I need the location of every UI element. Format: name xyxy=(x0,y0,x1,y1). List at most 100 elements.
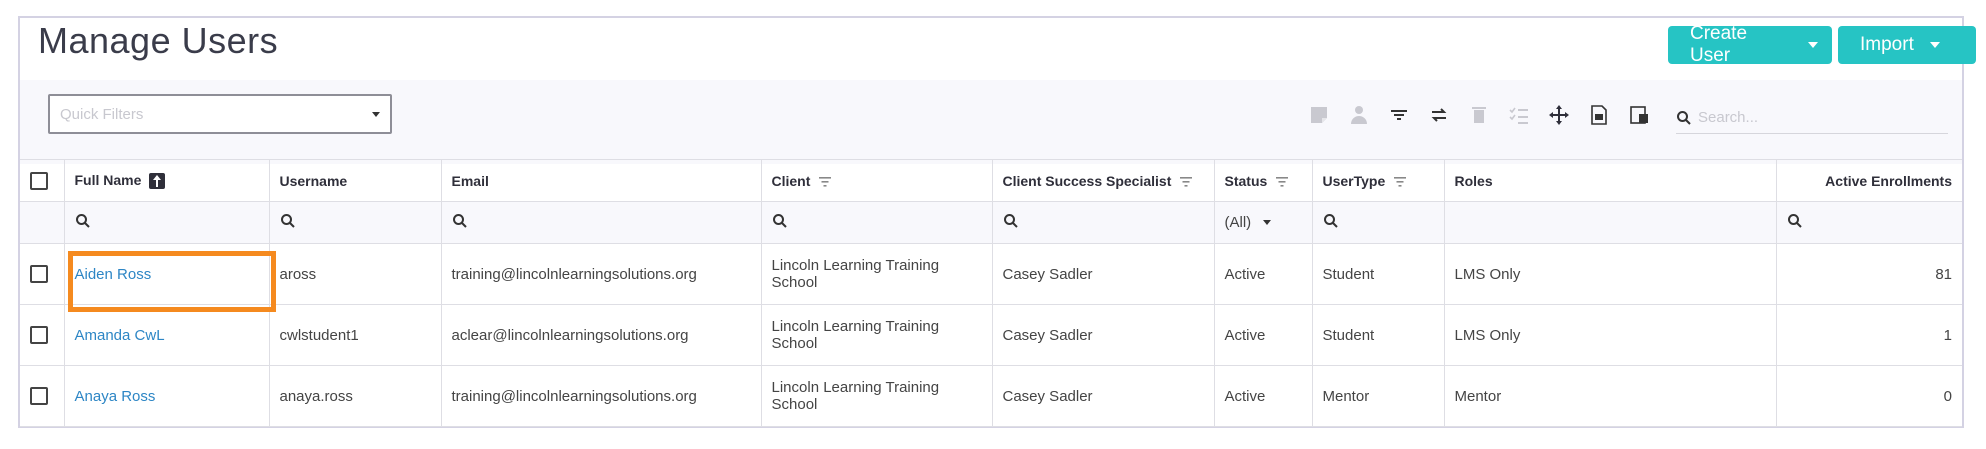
status-cell: Active xyxy=(1214,304,1313,366)
filter-icon[interactable] xyxy=(1275,176,1289,188)
filter-cell-full-name[interactable] xyxy=(64,201,270,244)
grid-search[interactable] xyxy=(1676,102,1948,134)
search-icon[interactable] xyxy=(1003,213,1019,229)
column-header-full-name[interactable]: Full Name xyxy=(64,159,270,202)
username-cell: cwlstudent1 xyxy=(269,304,442,366)
create-user-button[interactable]: Create User xyxy=(1668,23,1832,66)
client-cell: Lincoln Learning Training School xyxy=(761,243,993,305)
column-chooser-icon[interactable] xyxy=(1628,104,1650,126)
specialist-cell: Casey Sadler xyxy=(992,365,1215,427)
column-header-usertype[interactable]: UserType xyxy=(1312,159,1445,202)
enrollments-cell: 0 xyxy=(1776,365,1962,427)
filter-cell-usertype[interactable] xyxy=(1312,201,1445,244)
grid-search-input[interactable] xyxy=(1696,108,1936,127)
email-cell: training@lincolnlearningsolutions.org xyxy=(441,243,762,305)
row-select-cell xyxy=(20,304,65,366)
swap-icon[interactable] xyxy=(1428,104,1450,126)
chevron-down-icon[interactable] xyxy=(1263,220,1272,225)
pdf-export-icon[interactable] xyxy=(1588,104,1610,126)
column-header-status[interactable]: Status xyxy=(1214,159,1313,202)
sticky-note-icon[interactable] xyxy=(1308,104,1330,126)
enrollments-cell: 81 xyxy=(1776,243,1962,305)
status-filter-select[interactable]: (All) xyxy=(1225,214,1272,231)
usertype-cell: Student xyxy=(1312,243,1445,305)
filter-cell-client[interactable] xyxy=(761,201,993,244)
filter-cell-empty xyxy=(20,201,65,244)
full-name-cell: Aiden Ross xyxy=(64,243,270,305)
status-cell: Active xyxy=(1214,365,1313,427)
filter-icon[interactable] xyxy=(1179,176,1193,188)
column-label: UserType xyxy=(1322,172,1386,189)
column-label: Client xyxy=(771,172,811,189)
filter-icon[interactable] xyxy=(1388,104,1410,126)
specialist-cell: Casey Sadler xyxy=(992,243,1215,305)
row-checkbox[interactable] xyxy=(30,326,48,345)
row-checkbox[interactable] xyxy=(30,387,48,406)
status-filter-value: (All) xyxy=(1224,214,1252,231)
roles-cell: LMS Only xyxy=(1444,304,1777,366)
usertype-cell: Student xyxy=(1312,304,1445,366)
user-name-link[interactable]: Amanda CwL xyxy=(75,327,165,344)
filter-cell-enrollments[interactable] xyxy=(1776,201,1962,244)
page-title: Manage Users xyxy=(38,20,279,61)
column-header-active-enrollments[interactable]: Active Enrollments xyxy=(1776,159,1962,202)
filter-cell-roles xyxy=(1444,201,1777,244)
filter-cell-status[interactable]: (All) xyxy=(1214,201,1313,244)
column-label: Client Success Specialist xyxy=(1002,172,1172,189)
users-table: Full Name Username Email Client Client S… xyxy=(20,159,1962,427)
import-button[interactable]: Import xyxy=(1838,26,1976,64)
email-cell: aclear@lincolnlearningsolutions.org xyxy=(441,304,762,366)
search-icon[interactable] xyxy=(1787,213,1803,229)
roles-cell: Mentor xyxy=(1444,365,1777,427)
create-user-label: Create User xyxy=(1690,23,1748,66)
row-select-cell xyxy=(20,365,65,427)
quick-filters-placeholder: Quick Filters xyxy=(60,105,144,123)
column-header-client-success-specialist[interactable]: Client Success Specialist xyxy=(992,159,1215,202)
user-name-link[interactable]: Anaya Ross xyxy=(75,388,156,405)
search-icon[interactable] xyxy=(452,213,468,229)
table-row: Aiden Ross aross training@lincolnlearnin… xyxy=(20,243,1962,305)
column-header-username[interactable]: Username xyxy=(269,159,442,202)
username-cell: anaya.ross xyxy=(269,365,442,427)
sort-ascending-icon[interactable] xyxy=(149,173,166,190)
import-label: Import xyxy=(1860,34,1914,55)
specialist-cell: Casey Sadler xyxy=(992,304,1215,366)
select-all-cell xyxy=(20,159,65,202)
filter-cell-username[interactable] xyxy=(269,201,442,244)
column-header-client[interactable]: Client xyxy=(761,159,993,202)
filter-icon[interactable] xyxy=(818,176,832,188)
client-cell: Lincoln Learning Training School xyxy=(761,304,993,366)
table-row: Amanda CwL cwlstudent1 aclear@lincolnlea… xyxy=(20,304,1962,366)
column-header-email[interactable]: Email xyxy=(441,159,762,202)
quick-filters-select[interactable]: Quick Filters xyxy=(48,94,392,134)
usertype-cell: Mentor xyxy=(1312,365,1445,427)
chevron-down-icon xyxy=(1929,42,1940,48)
select-all-checkbox[interactable] xyxy=(30,171,48,190)
search-icon[interactable] xyxy=(75,213,91,229)
column-header-roles[interactable]: Roles xyxy=(1444,159,1777,202)
move-icon[interactable] xyxy=(1548,104,1570,126)
user-badge-icon[interactable] xyxy=(1348,104,1370,126)
status-cell: Active xyxy=(1214,243,1313,305)
filter-cell-specialist[interactable] xyxy=(992,201,1215,244)
column-label: Full Name xyxy=(74,171,142,188)
user-name-link[interactable]: Aiden Ross xyxy=(75,266,152,283)
checklist-icon[interactable] xyxy=(1508,104,1530,126)
client-cell: Lincoln Learning Training School xyxy=(761,365,993,427)
filter-icon[interactable] xyxy=(1393,176,1407,188)
full-name-cell: Amanda CwL xyxy=(64,304,270,366)
column-label: Status xyxy=(1224,172,1268,189)
chevron-down-icon xyxy=(1808,42,1818,48)
filter-row: (All) xyxy=(20,201,1962,244)
roles-cell: LMS Only xyxy=(1444,243,1777,305)
search-icon[interactable] xyxy=(280,213,296,229)
full-name-cell: Anaya Ross xyxy=(64,365,270,427)
row-checkbox[interactable] xyxy=(30,265,48,284)
search-icon[interactable] xyxy=(1323,213,1339,229)
search-icon xyxy=(1677,110,1691,125)
trash-icon[interactable] xyxy=(1468,104,1490,126)
chevron-down-icon[interactable] xyxy=(372,111,380,117)
filter-cell-email[interactable] xyxy=(441,201,762,244)
search-icon[interactable] xyxy=(772,213,788,229)
email-cell: training@lincolnlearningsolutions.org xyxy=(441,365,762,427)
